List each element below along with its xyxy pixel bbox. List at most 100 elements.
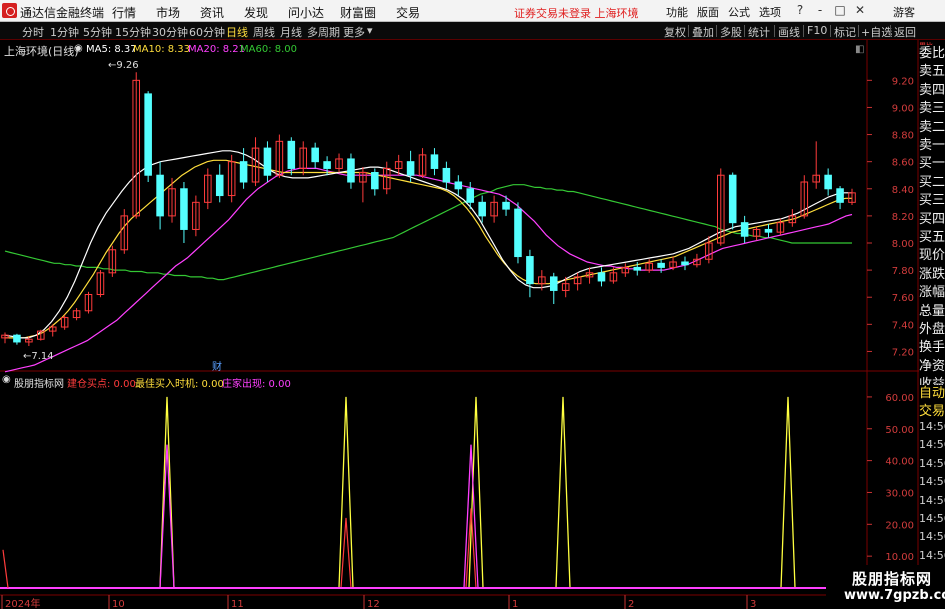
login-status[interactable]: 证券交易未登录 上海环境 bbox=[514, 5, 639, 21]
price-tick-label: 9.00 bbox=[892, 103, 914, 114]
candle-body bbox=[597, 272, 606, 282]
menu-caifuquan[interactable]: 财富圈 bbox=[340, 4, 376, 21]
menu-shichang[interactable]: 市场 bbox=[156, 4, 180, 21]
chart-canvas[interactable]: 9.20 9.00 8.80 8.60 8.40 8.20 8.00 7.80 7.60 7.40… bbox=[0, 40, 945, 609]
ma60-path bbox=[4, 184, 852, 281]
candle-body bbox=[633, 266, 642, 271]
period-30min[interactable]: 30分钟 bbox=[152, 24, 188, 40]
sidebar-item[interactable]: 卖二 bbox=[919, 118, 945, 137]
sidebar-item[interactable]: 外盘 bbox=[919, 321, 945, 339]
candle-body bbox=[347, 158, 355, 183]
ma60-label: MA60: 8.00 bbox=[240, 44, 298, 55]
sidebar-item[interactable]: 卖三 bbox=[919, 100, 945, 119]
help-icon[interactable]: ? bbox=[790, 2, 810, 19]
sidebar-item[interactable]: 买二 bbox=[919, 173, 945, 192]
sidebar-item[interactable]: 总量 bbox=[919, 302, 945, 321]
sidebar-item[interactable]: 委比 bbox=[919, 45, 945, 63]
divider bbox=[716, 25, 717, 37]
period-multi[interactable]: 多周期 bbox=[307, 24, 340, 40]
menu-faxian[interactable]: 发现 bbox=[244, 4, 268, 21]
sidebar-item[interactable]: 买三 bbox=[919, 192, 945, 211]
tool-huaxian[interactable]: 画线 bbox=[778, 24, 800, 40]
divider bbox=[774, 25, 775, 37]
sidebar-item[interactable]: 涨幅 bbox=[919, 284, 945, 303]
btn-gongshi[interactable]: 公式 bbox=[728, 4, 750, 20]
finance-event-marker[interactable]: 财 bbox=[212, 358, 222, 373]
period-daily[interactable]: 日线 bbox=[226, 24, 248, 40]
price-tick-label: 8.80 bbox=[892, 131, 914, 142]
period-60min[interactable]: 60分钟 bbox=[189, 24, 225, 40]
btn-gongneng[interactable]: 功能 bbox=[666, 4, 688, 20]
btn-guest[interactable]: 游客 bbox=[893, 4, 915, 20]
btn-xuanxiang[interactable]: 选项 bbox=[759, 4, 781, 20]
sidebar-item[interactable]: 换手 bbox=[919, 339, 945, 358]
settings-circle-icon[interactable]: ◉ bbox=[74, 43, 83, 54]
tool-duogu[interactable]: 多股 bbox=[720, 24, 742, 40]
tool-biaoji[interactable]: 标记 bbox=[834, 24, 856, 40]
tool-back[interactable]: 返回 bbox=[894, 24, 916, 40]
btn-banmian[interactable]: 版面 bbox=[697, 4, 719, 20]
sidebar-item[interactable]: 买一 bbox=[919, 155, 945, 174]
sidebar-item[interactable]: 卖四 bbox=[919, 81, 945, 100]
menu-jiaoyi[interactable]: 交易 bbox=[396, 4, 420, 21]
date-tick-label: 1 bbox=[512, 599, 518, 609]
candle-body bbox=[406, 161, 415, 176]
sidebar-item[interactable]: 交易 bbox=[919, 403, 945, 421]
close-icon[interactable]: ✕ bbox=[850, 2, 870, 19]
sidebar-item[interactable]: 自动 bbox=[919, 385, 945, 403]
expand-icon[interactable]: ◧ bbox=[855, 44, 864, 55]
candle-body bbox=[263, 147, 272, 176]
indicator-line3: 庄家出现: 0.00 bbox=[222, 379, 291, 390]
period-more[interactable]: 更多 bbox=[343, 24, 365, 40]
period-fenshi[interactable]: 分时 bbox=[22, 24, 44, 40]
candle-body bbox=[681, 261, 689, 266]
chevron-down-icon[interactable]: ▾ bbox=[367, 24, 373, 37]
sidebar-item[interactable]: 买四 bbox=[919, 210, 945, 229]
divider bbox=[858, 25, 859, 37]
indicator-tick-label: 10.00 bbox=[885, 552, 914, 563]
trade-time: 14:56 bbox=[919, 456, 945, 470]
indicator-settings-icon[interactable]: ◉ bbox=[2, 374, 11, 385]
tool-f10[interactable]: F10 bbox=[807, 24, 827, 37]
ma10-line bbox=[5, 159, 852, 339]
watermark: 股朋指标网 www.7gpzb.com bbox=[826, 565, 945, 609]
period-5min[interactable]: 5分钟 bbox=[83, 24, 112, 40]
minimize-icon[interactable]: - bbox=[810, 2, 830, 19]
period-monthly[interactable]: 月线 bbox=[280, 24, 302, 40]
sidebar-item[interactable]: 现价 bbox=[919, 247, 945, 266]
price-tick-label: 7.60 bbox=[892, 293, 914, 304]
divider bbox=[688, 25, 689, 37]
candle-body bbox=[180, 188, 188, 230]
app-logo-icon bbox=[2, 3, 17, 18]
date-tick-label: 10 bbox=[112, 599, 125, 609]
menu-wenxiaoda[interactable]: 问小达 bbox=[288, 4, 324, 21]
sidebar-item[interactable]: 涨跌 bbox=[919, 265, 945, 284]
maximize-icon[interactable]: □ bbox=[830, 2, 850, 19]
sidebar-item[interactable]: 买五 bbox=[919, 229, 945, 247]
trade-time: 14:56 bbox=[919, 493, 945, 507]
date-axis: 2024年 10 11 12 1 2 3 bbox=[1, 595, 756, 609]
candle-body bbox=[502, 201, 510, 210]
sidebar-item[interactable]: 卖一 bbox=[919, 137, 945, 155]
period-1min[interactable]: 1分钟 bbox=[50, 24, 79, 40]
sidebar-item[interactable]: 卖五 bbox=[919, 63, 945, 82]
period-weekly[interactable]: 周线 bbox=[253, 24, 275, 40]
tool-diejia[interactable]: 叠加 bbox=[692, 24, 714, 40]
period-15min[interactable]: 15分钟 bbox=[115, 24, 151, 40]
date-tick-label: 2 bbox=[628, 599, 634, 609]
indicator-tick-label: 20.00 bbox=[885, 520, 914, 531]
tool-tongji[interactable]: 统计 bbox=[748, 24, 770, 40]
indicator-start-line bbox=[2, 549, 9, 589]
menu-hangqing[interactable]: 行情 bbox=[112, 4, 136, 21]
ma5-path bbox=[4, 150, 852, 339]
price-tick-label: 8.00 bbox=[892, 239, 914, 250]
menu-zixun[interactable]: 资讯 bbox=[200, 4, 224, 21]
indicator-yellow-peak bbox=[780, 396, 796, 589]
candle-body bbox=[764, 228, 773, 233]
candle-body bbox=[13, 334, 21, 343]
ma10-label: MA10: 8.33 bbox=[133, 44, 191, 55]
tool-add-watchlist[interactable]: +自选 bbox=[861, 24, 892, 40]
tool-fuquan[interactable]: 复权 bbox=[664, 24, 686, 40]
sidebar-item[interactable]: 净资 bbox=[919, 357, 945, 376]
divider bbox=[890, 25, 891, 37]
